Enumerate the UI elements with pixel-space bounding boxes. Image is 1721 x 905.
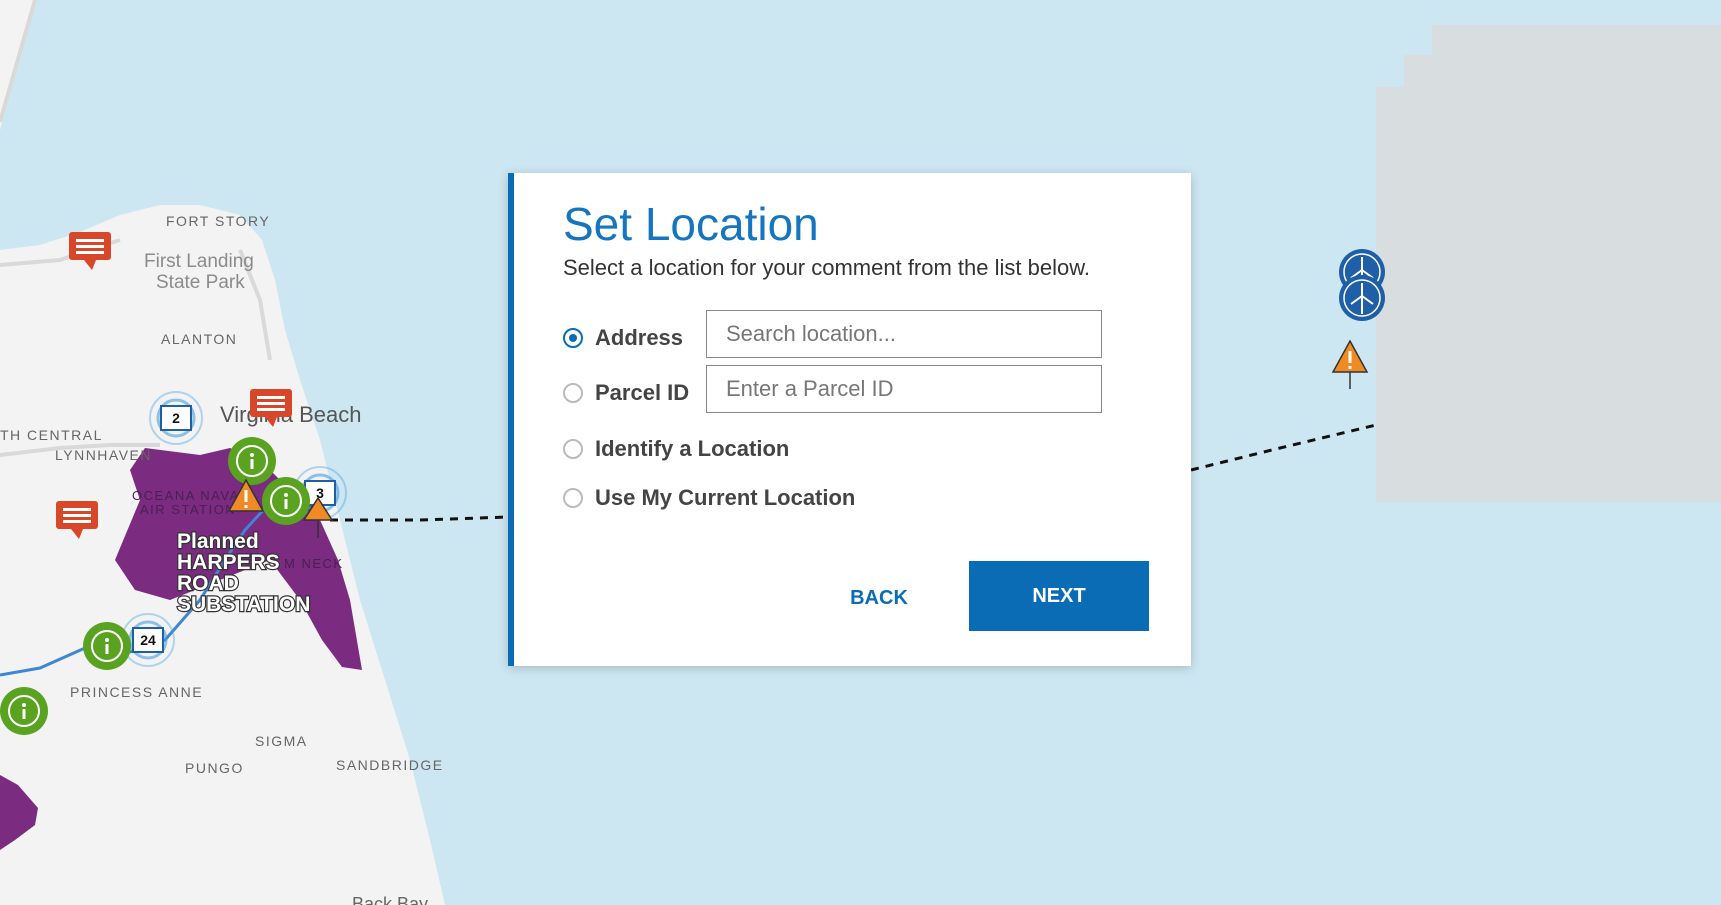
substation-label-4: SUBSTATION <box>177 593 310 616</box>
warning-icon[interactable] <box>1331 339 1369 389</box>
address-radio[interactable] <box>563 328 583 348</box>
dialog-subtitle: Select a location for your comment from … <box>563 255 1091 280</box>
label-sigma: SIGMA <box>255 733 308 749</box>
parcel-id-radio[interactable] <box>563 383 583 403</box>
cable-route <box>330 515 509 522</box>
label-fort-story: FORT STORY <box>166 213 270 229</box>
substation-label-3: ROAD <box>177 572 239 595</box>
option-label: Parcel ID <box>595 380 690 405</box>
info-icon[interactable] <box>83 622 131 670</box>
wind-turbine-icon[interactable] <box>1339 275 1385 321</box>
info-icon[interactable] <box>228 437 276 485</box>
identify-location-radio[interactable] <box>563 439 583 459</box>
label-neck: M NECK <box>284 556 344 571</box>
label-pungo: PUNGO <box>185 760 244 776</box>
label-back-bay: Back Bay <box>352 894 428 905</box>
option-label: Identify a Location <box>595 436 790 461</box>
next-button[interactable]: NEXT <box>969 561 1149 631</box>
option-label: Address <box>595 325 684 350</box>
set-location-dialog: Set Location Select a location for your … <box>508 173 1191 666</box>
lease-area <box>1376 25 1721 502</box>
cable-route-east <box>1190 423 1377 472</box>
info-icon[interactable] <box>0 687 48 735</box>
option-current-location[interactable]: Use My Current Location <box>563 485 855 511</box>
label-sandbridge: SANDBRIDGE <box>336 757 444 773</box>
current-location-radio[interactable] <box>563 488 583 508</box>
option-parcel-id[interactable]: Parcel ID <box>563 380 689 406</box>
search-location-input[interactable] <box>706 310 1102 358</box>
label-princess-anne: PRINCESS ANNE <box>70 684 203 700</box>
cluster-count: 2 <box>172 410 180 426</box>
label-lynnhaven: LYNNHAVEN <box>55 447 152 463</box>
label-alanton: ALANTON <box>161 331 237 347</box>
dialog-title: Set Location <box>563 198 819 250</box>
option-address[interactable]: Address <box>563 325 683 351</box>
parcel-id-input[interactable] <box>706 365 1102 413</box>
label-first-landing: First Landing <box>144 251 254 272</box>
option-label: Use My Current Location <box>595 485 856 510</box>
cluster-icon[interactable]: 2 <box>149 391 203 445</box>
label-state-park: State Park <box>156 272 245 293</box>
label-north-central: TH CENTRAL <box>0 427 103 443</box>
label-oceana-1: OCEANA NAVAL <box>132 488 249 503</box>
cluster-count: 24 <box>140 632 156 648</box>
option-identify-location[interactable]: Identify a Location <box>563 436 789 462</box>
substation-label-1: Planned <box>177 530 259 553</box>
substation-label-2: HARPERS <box>177 551 280 574</box>
label-oceana-2: AIR STATION <box>140 502 236 517</box>
back-button[interactable]: BACK <box>819 563 939 633</box>
info-icon[interactable] <box>262 477 310 525</box>
